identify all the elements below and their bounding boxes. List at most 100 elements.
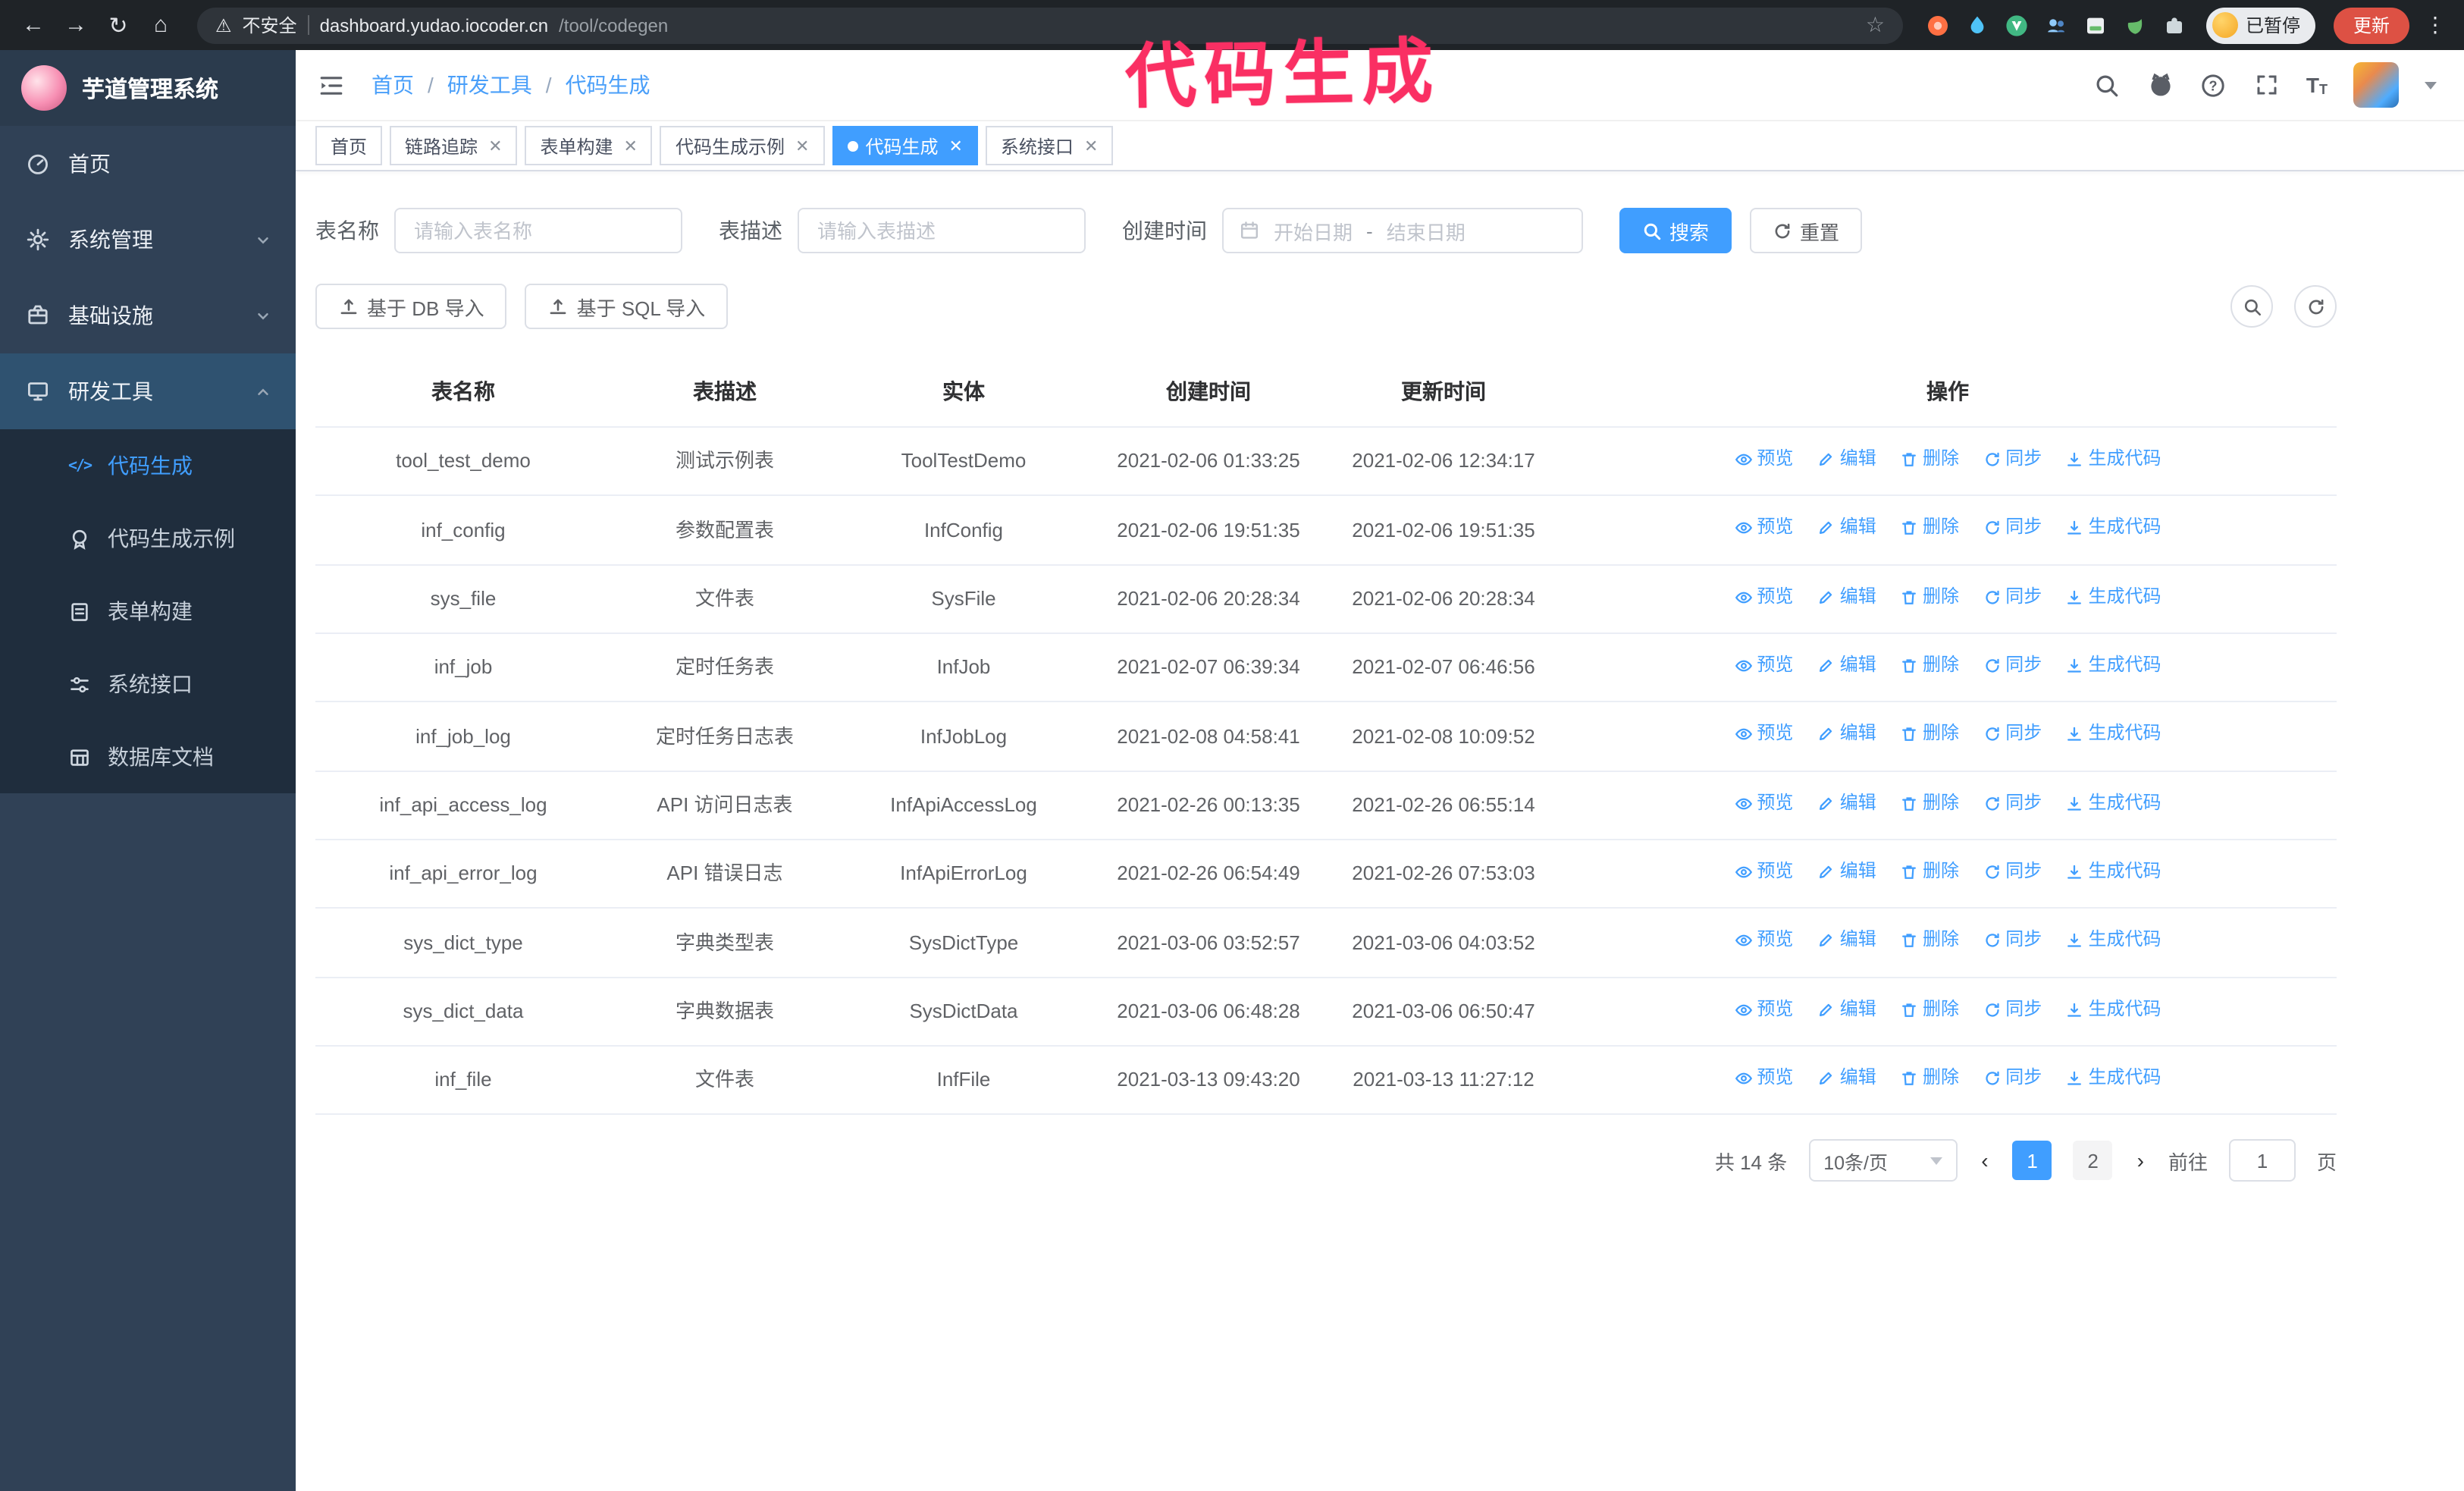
tab-form-builder[interactable]: 表单构建 ✕ [525,126,653,165]
close-icon[interactable]: ✕ [1084,136,1098,155]
refresh-table-button[interactable] [2294,285,2337,328]
edit-link[interactable]: 编辑 [1817,857,1876,887]
sync-link[interactable]: 同步 [1983,444,2042,475]
delete-link[interactable]: 删除 [1900,720,1959,750]
preview-link[interactable]: 预览 [1734,582,1793,612]
sync-link[interactable]: 同步 [1983,857,2042,887]
delete-link[interactable]: 删除 [1900,651,1959,681]
sync-link[interactable]: 同步 [1983,651,2042,681]
preview-link[interactable]: 预览 [1734,788,1793,818]
edit-link[interactable]: 编辑 [1817,582,1876,612]
bookmark-star-icon[interactable]: ☆ [1866,12,1885,38]
close-icon[interactable]: ✕ [488,136,502,155]
close-icon[interactable]: ✕ [624,136,638,155]
address-bar[interactable]: ⚠ 不安全 dashboard.yudao.iocoder.cn /tool/c… [197,7,1903,43]
help-icon[interactable]: ? [2200,71,2227,99]
extension-icon-notes[interactable] [2079,8,2112,42]
profile-chip[interactable]: 已暂停 [2205,7,2315,43]
toggle-search-button[interactable] [2230,285,2273,328]
delete-link[interactable]: 删除 [1900,857,1959,887]
sync-link[interactable]: 同步 [1983,582,2042,612]
sidebar-item-form-builder[interactable]: 表单构建 [0,575,296,648]
forward-icon[interactable]: → [58,7,94,43]
generate-code-link[interactable]: 生成代码 [2066,857,2161,887]
table-name-input[interactable] [394,208,682,253]
page-button-1[interactable]: 1 [2012,1141,2052,1181]
start-date-input[interactable]: 开始日期 [1274,216,1353,245]
extensions-puzzle-icon[interactable] [2158,8,2191,42]
browser-update-button[interactable]: 更新 [2333,7,2409,43]
reload-icon[interactable]: ↻ [100,7,136,43]
edit-link[interactable]: 编辑 [1817,994,1876,1025]
preview-link[interactable]: 预览 [1734,513,1793,544]
edit-link[interactable]: 编辑 [1817,651,1876,681]
delete-link[interactable]: 删除 [1900,582,1959,612]
search-icon[interactable] [2094,71,2121,99]
sync-link[interactable]: 同步 [1983,788,2042,818]
generate-code-link[interactable]: 生成代码 [2066,1063,2161,1094]
sync-link[interactable]: 同步 [1983,513,2042,544]
sync-link[interactable]: 同步 [1983,1063,2042,1094]
preview-link[interactable]: 预览 [1734,926,1793,956]
delete-link[interactable]: 删除 [1900,788,1959,818]
extension-icon-waterdrop[interactable] [1961,8,1994,42]
edit-link[interactable]: 编辑 [1817,1063,1876,1094]
delete-link[interactable]: 删除 [1900,513,1959,544]
generate-code-link[interactable]: 生成代码 [2066,788,2161,818]
font-size-icon[interactable]: TT [2306,73,2328,97]
tab-codegen-example[interactable]: 代码生成示例 ✕ [660,126,825,165]
sidebar-item-devtools[interactable]: 研发工具 [0,353,296,429]
preview-link[interactable]: 预览 [1734,857,1793,887]
extension-icon-orange[interactable] [1921,8,1955,42]
edit-link[interactable]: 编辑 [1817,720,1876,750]
app-logo[interactable]: 芋道管理系统 [0,50,296,126]
sync-link[interactable]: 同步 [1983,720,2042,750]
edit-link[interactable]: 编辑 [1817,444,1876,475]
generate-code-link[interactable]: 生成代码 [2066,513,2161,544]
sync-link[interactable]: 同步 [1983,926,2042,956]
github-icon[interactable] [2147,71,2174,99]
generate-code-link[interactable]: 生成代码 [2066,926,2161,956]
preview-link[interactable]: 预览 [1734,994,1793,1025]
preview-link[interactable]: 预览 [1734,720,1793,750]
back-icon[interactable]: ← [15,7,52,43]
edit-link[interactable]: 编辑 [1817,788,1876,818]
close-icon[interactable]: ✕ [948,136,962,155]
sidebar-item-system-api[interactable]: 系统接口 [0,648,296,720]
browser-menu-icon[interactable]: ⋮ [2422,12,2449,38]
generate-code-link[interactable]: 生成代码 [2066,994,2161,1025]
search-button[interactable]: 搜索 [1619,208,1732,253]
edit-link[interactable]: 编辑 [1817,926,1876,956]
preview-link[interactable]: 预览 [1734,1063,1793,1094]
table-desc-input[interactable] [798,208,1086,253]
generate-code-link[interactable]: 生成代码 [2066,444,2161,475]
close-icon[interactable]: ✕ [795,136,809,155]
next-page-button[interactable]: › [2134,1149,2147,1173]
extension-icon-leaf[interactable] [2118,8,2152,42]
generate-code-link[interactable]: 生成代码 [2066,582,2161,612]
breadcrumb-item[interactable]: 研发工具 [447,70,532,100]
fullscreen-icon[interactable] [2253,71,2281,99]
sidebar-item-codegen[interactable]: </> 代码生成 [0,429,296,502]
sidebar-item-infra[interactable]: 基础设施 [0,278,296,353]
breadcrumb-item[interactable]: 首页 [371,70,414,100]
tab-trace[interactable]: 链路追踪 ✕ [390,126,518,165]
preview-link[interactable]: 预览 [1734,651,1793,681]
delete-link[interactable]: 删除 [1900,444,1959,475]
sidebar-item-system[interactable]: 系统管理 [0,202,296,278]
reset-button[interactable]: 重置 [1750,208,1863,253]
end-date-input[interactable]: 结束日期 [1387,216,1466,245]
extension-icon-users[interactable] [2039,8,2073,42]
page-button-2[interactable]: 2 [2073,1141,2113,1181]
sync-link[interactable]: 同步 [1983,994,2042,1025]
tab-codegen[interactable]: 代码生成 ✕ [832,126,978,165]
generate-code-link[interactable]: 生成代码 [2066,651,2161,681]
sidebar-item-home[interactable]: 首页 [0,126,296,202]
delete-link[interactable]: 删除 [1900,1063,1959,1094]
edit-link[interactable]: 编辑 [1817,513,1876,544]
preview-link[interactable]: 预览 [1734,444,1793,475]
goto-page-input[interactable] [2228,1139,2296,1182]
delete-link[interactable]: 删除 [1900,926,1959,956]
avatar-caret-icon[interactable] [2425,81,2437,89]
date-range-picker[interactable]: 开始日期 - 结束日期 [1222,208,1583,253]
